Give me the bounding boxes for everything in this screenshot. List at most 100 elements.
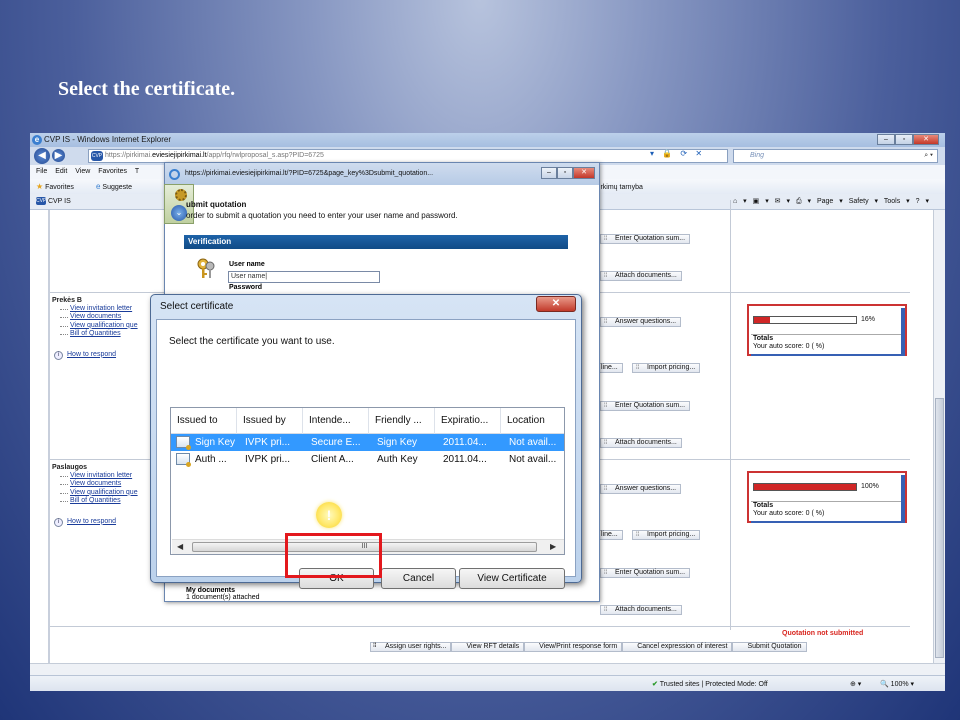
submit-instruction: order to submit a quotation you need to … xyxy=(186,211,458,220)
cvp-badge-icon: CVP xyxy=(36,197,47,205)
dialog-prompt: Select the certificate you want to use. xyxy=(169,336,335,347)
safety-menu[interactable]: Safety ▾ xyxy=(849,198,878,205)
command-bar: ⌂ ▾ ▣ ▾ ✉ ▾ ⎙ ▾ Page ▾ Safety ▾ Tools ▾ … xyxy=(733,197,929,206)
user-name-label: User name xyxy=(229,261,265,268)
scroll-right-icon[interactable]: ▶ xyxy=(550,542,556,551)
enter-quotation-button[interactable]: Enter Quotation sum... xyxy=(600,568,691,578)
attach-documents-button[interactable]: Attach documents... xyxy=(600,271,682,281)
assign-user-rights-button[interactable]: Assign user rights... xyxy=(370,642,452,652)
slide-title: Select the certificate. xyxy=(58,78,236,100)
forward-button[interactable]: ▶ xyxy=(52,149,65,162)
maximize-button[interactable]: ▫ xyxy=(895,134,913,145)
col-intended[interactable]: Intende... xyxy=(303,408,369,434)
info-icon: i xyxy=(54,517,63,527)
scroll-left-icon[interactable]: ◀ xyxy=(177,542,183,551)
popup-maximize-button[interactable]: ▫ xyxy=(557,167,573,179)
ok-highlight-box xyxy=(285,533,382,578)
certificate-row[interactable]: Auth ... IVPK pri... Client A... Auth Ke… xyxy=(171,451,564,468)
verification-bar: Verification xyxy=(184,235,568,249)
tools-menu[interactable]: Tools ▾ xyxy=(884,198,910,205)
score-percent: 16% xyxy=(861,316,876,323)
dialog-title: Select certificate xyxy=(160,301,234,312)
enter-quotation-button[interactable]: Enter Quotation sum... xyxy=(600,401,691,411)
score-progress-bar xyxy=(753,316,857,324)
status-icons[interactable]: ⊕ ▾ xyxy=(850,680,861,688)
popup-url: https://pirkimai.eviesiejipirkimai.lt/?P… xyxy=(185,170,434,177)
status-trusted: Trusted sites | Protected Mode: Off xyxy=(659,681,768,688)
ie-small-icon: e xyxy=(96,182,101,191)
bottom-action-bar: Assign user rights... View RFT details V… xyxy=(370,642,807,652)
totals-label: Totals xyxy=(753,335,774,342)
submit-quotation-heading: ubmit quotation order to submit a quotat… xyxy=(186,200,458,220)
view-print-response-button[interactable]: View/Print response form xyxy=(524,642,623,652)
user-name-input[interactable]: User name| xyxy=(228,271,380,283)
menu-edit[interactable]: Edit xyxy=(55,168,67,175)
popup-close-button[interactable]: ✕ xyxy=(573,167,595,179)
cancel-button[interactable]: Cancel xyxy=(381,568,456,589)
help-icon[interactable]: ? ▾ xyxy=(916,198,929,205)
certificate-icon xyxy=(176,436,191,450)
menu-favorites[interactable]: Favorites xyxy=(98,168,127,175)
address-field[interactable]: CVP https://pirkimai.eviesiejipirkimai.l… xyxy=(88,149,728,163)
line-button[interactable]: line... xyxy=(596,363,623,373)
popup-titlebar: https://pirkimai.eviesiejipirkimai.lt/?P… xyxy=(165,163,599,185)
quotation-status: Quotation not submitted xyxy=(782,630,864,637)
keys-icon xyxy=(197,258,215,278)
site-badge-icon: CVP xyxy=(91,151,103,161)
info-icon: i xyxy=(54,350,63,360)
back-button[interactable]: ◀ xyxy=(34,148,50,164)
attach-documents-button[interactable]: Attach documents... xyxy=(600,605,682,615)
home-icon[interactable]: ⌂ ▾ xyxy=(733,198,747,205)
suggested-sites-button[interactable]: e Suggeste xyxy=(96,182,132,191)
certificate-row[interactable]: Sign Key IVPK pri... Secure E... Sign Ke… xyxy=(171,434,564,451)
mail-icon[interactable]: ✉ ▾ xyxy=(775,198,790,205)
menu-file[interactable]: File xyxy=(36,168,47,175)
import-pricing-button[interactable]: Import pricing... xyxy=(632,363,701,373)
certificate-icon xyxy=(176,453,191,467)
col-issued-to[interactable]: Issued to xyxy=(171,408,237,434)
ie-window-title: CVP IS - Windows Internet Explorer xyxy=(44,135,172,144)
enter-quotation-button[interactable]: Enter Quotation sum... xyxy=(600,234,691,244)
search-input[interactable]: Bing ⌕ ▾ xyxy=(733,149,938,163)
vertical-scrollbar[interactable] xyxy=(933,210,945,663)
col-expiration[interactable]: Expiratio... xyxy=(435,408,501,434)
tab-cvp-is[interactable]: CVP CVP IS xyxy=(36,197,71,205)
search-icon[interactable]: ⌕ ▾ xyxy=(924,150,933,162)
favorites-button[interactable]: ★ Favorites xyxy=(36,182,74,191)
menu-tools[interactable]: T xyxy=(135,168,139,175)
col-location[interactable]: Location xyxy=(501,408,564,434)
view-rft-details-button[interactable]: View RFT details xyxy=(451,642,525,652)
close-button[interactable]: ✕ xyxy=(913,134,939,145)
col-issued-by[interactable]: Issued by xyxy=(237,408,303,434)
answer-questions-button[interactable]: Answer questions... xyxy=(600,317,682,327)
submit-quotation-button[interactable]: Submit Quotation xyxy=(732,642,807,652)
address-icons[interactable]: ▾ 🔒 ⟳ ✕ xyxy=(650,149,705,158)
page-header-tail: pirkimų tarnyba xyxy=(595,184,643,191)
horizontal-scrollbar[interactable] xyxy=(30,663,945,675)
password-label: Password xyxy=(229,284,263,291)
certificate-list-header: Issued to Issued by Intende... Friendly … xyxy=(171,408,564,434)
page-menu[interactable]: Page ▾ xyxy=(817,198,843,205)
line-button[interactable]: line... xyxy=(596,530,623,540)
score-percent: 100% xyxy=(861,483,879,490)
dialog-close-button[interactable]: ✕ xyxy=(536,296,576,312)
attach-documents-button[interactable]: Attach documents... xyxy=(600,438,682,448)
view-certificate-button[interactable]: View Certificate xyxy=(459,568,565,589)
auto-score: Your auto score: 0 ( %) xyxy=(753,343,825,350)
exclamation-marker-icon: ! xyxy=(316,502,342,528)
score-progress-bar xyxy=(753,483,857,491)
chevron-down-icon[interactable]: ⌄ xyxy=(171,205,187,221)
ie-icon xyxy=(169,169,180,180)
zoom-control[interactable]: 🔍 100% ▾ xyxy=(880,680,914,688)
import-pricing-button[interactable]: Import pricing... xyxy=(632,530,701,540)
popup-minimize-button[interactable]: – xyxy=(541,167,557,179)
cancel-expression-button[interactable]: Cancel expression of interest xyxy=(622,642,733,652)
minimize-button[interactable]: – xyxy=(877,134,895,145)
col-friendly[interactable]: Friendly ... xyxy=(369,408,435,434)
ie-titlebar: e CVP IS - Windows Internet Explorer – ▫… xyxy=(30,133,945,147)
menu-view[interactable]: View xyxy=(75,168,90,175)
print-icon[interactable]: ⎙ ▾ xyxy=(796,198,811,205)
answer-questions-button[interactable]: Answer questions... xyxy=(600,484,682,494)
star-icon: ★ xyxy=(36,182,44,191)
feeds-icon[interactable]: ▣ ▾ xyxy=(753,198,769,205)
